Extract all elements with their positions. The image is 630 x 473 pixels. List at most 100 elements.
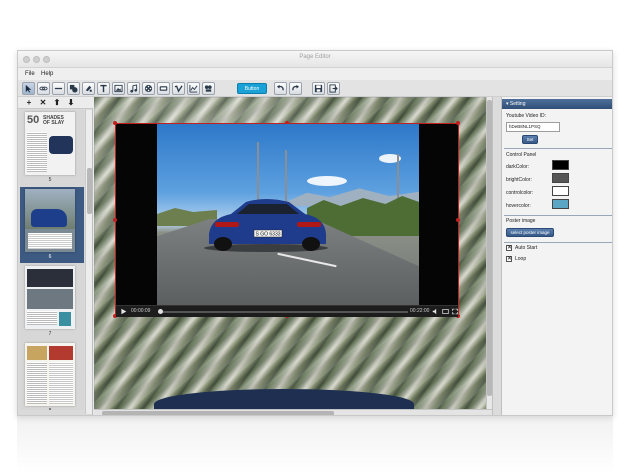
pages-scrollbar[interactable] xyxy=(85,110,92,414)
editor-window: Page Editor File Help Button + ✕ ⬆ ⬇ 50 … xyxy=(17,50,613,416)
auto-start-label: Auto Start xyxy=(515,245,538,251)
audio-icon xyxy=(130,84,138,93)
pages-panel: + ✕ ⬆ ⬇ 50 SHADES OF SLAY 5 6 7 xyxy=(18,97,93,415)
audio-tool-button[interactable] xyxy=(127,82,140,95)
page-thumbnails: 50 SHADES OF SLAY 5 6 7 xyxy=(20,110,84,410)
page7-image-mid xyxy=(27,289,73,309)
pages-scrollbar-thumb[interactable] xyxy=(87,168,92,214)
toolbar: Button xyxy=(18,80,612,97)
current-time: 00:00:09 xyxy=(131,308,151,314)
resize-handle-left[interactable] xyxy=(113,218,117,222)
video-player[interactable]: S GO 6333 00:00:09 00:22:00 xyxy=(113,121,460,318)
video-tool-button[interactable] xyxy=(142,82,155,95)
vimeo-tool-button[interactable] xyxy=(172,82,185,95)
undo-button[interactable] xyxy=(274,82,287,95)
resize-handle-top-right[interactable] xyxy=(456,121,460,125)
page-thumbnail-6[interactable] xyxy=(25,189,75,252)
cover-headline-line-2: OF SLAY xyxy=(43,120,65,126)
page6-text xyxy=(28,233,72,249)
control-panel-label: Control Panel xyxy=(506,152,537,158)
image-tool-button[interactable] xyxy=(112,82,125,95)
chart-icon xyxy=(189,84,198,93)
text-tool-button[interactable] xyxy=(97,82,110,95)
button-tool[interactable]: Button xyxy=(237,83,267,94)
save-button[interactable] xyxy=(312,82,325,95)
settings-header[interactable]: ▾ Setting xyxy=(502,99,612,109)
control-color-swatch[interactable] xyxy=(552,186,569,196)
settings-panel: ▾ Setting Youtube Video ID: hDeB8NL1PSQ … xyxy=(501,97,612,415)
redo-button[interactable] xyxy=(289,82,302,95)
loop-checkbox[interactable]: ✕ xyxy=(506,256,512,262)
move-page-up-button[interactable]: ⬆ xyxy=(52,98,62,108)
dark-color-swatch[interactable] xyxy=(552,160,569,170)
caption-icon[interactable] xyxy=(442,308,449,315)
menu-help[interactable]: Help xyxy=(41,71,53,77)
redo-icon xyxy=(292,84,300,91)
license-plate-text: S GO 6333 xyxy=(255,232,280,238)
exit-button[interactable] xyxy=(327,82,340,95)
select-icon xyxy=(25,84,32,93)
resize-handle-right[interactable] xyxy=(456,218,460,222)
select-tool-button[interactable] xyxy=(22,82,35,95)
youtube-id-input[interactable]: hDeB8NL1PSQ xyxy=(506,122,560,132)
canvas-horizontal-scrollbar[interactable] xyxy=(94,409,492,415)
chart-tool-button[interactable] xyxy=(187,82,200,95)
video-icon xyxy=(144,84,153,93)
window-title: Page Editor xyxy=(299,54,331,60)
dark-color-label: darkColor: xyxy=(506,164,530,170)
video-frame: S GO 6333 xyxy=(157,124,419,305)
seek-bar[interactable] xyxy=(158,311,408,313)
page8-text xyxy=(27,362,47,404)
shape-tool-button[interactable] xyxy=(67,82,80,95)
text-icon xyxy=(100,84,107,93)
exit-icon xyxy=(329,84,338,93)
page-thumbnail-5[interactable]: 50 SHADES OF SLAY xyxy=(25,112,75,175)
auto-start-checkbox[interactable]: ✕ xyxy=(506,245,512,251)
page-canvas[interactable]: S GO 6333 00:00:09 00:22:00 xyxy=(94,97,492,415)
page6-car xyxy=(31,209,67,227)
youtube-icon xyxy=(159,86,168,91)
fullscreen-icon[interactable] xyxy=(452,308,458,315)
shape-icon xyxy=(69,84,78,93)
page-number-5: 5 xyxy=(48,177,52,183)
seek-handle[interactable] xyxy=(158,309,163,314)
cover-number: 50 xyxy=(27,114,40,126)
line-tool-button[interactable] xyxy=(52,82,65,95)
divider xyxy=(504,242,612,243)
hover-color-swatch[interactable] xyxy=(552,199,569,209)
page-number-8: 8 xyxy=(20,408,80,410)
panel-splitter[interactable] xyxy=(492,97,501,415)
volume-icon[interactable] xyxy=(432,308,439,315)
add-page-button[interactable]: + xyxy=(24,98,34,108)
slideshow-tool-button[interactable] xyxy=(202,82,215,95)
page-thumbnail-8[interactable] xyxy=(25,343,75,406)
page8-image-2 xyxy=(49,346,73,360)
bright-color-label: brightColor: xyxy=(506,177,532,183)
page-number-7: 7 xyxy=(48,331,52,337)
page-thumbnail-7[interactable] xyxy=(25,266,75,329)
divider xyxy=(504,215,612,216)
page7-text xyxy=(27,311,57,325)
youtube-id-label: Youtube Video ID: xyxy=(506,113,547,119)
set-youtube-button[interactable]: Set xyxy=(522,135,538,144)
video-cloud xyxy=(307,176,347,186)
poster-image-label: Poster image xyxy=(506,218,536,224)
control-color-label: controlcolor: xyxy=(506,190,534,196)
total-time: 00:22:00 xyxy=(410,308,430,314)
line-icon xyxy=(54,87,63,90)
divider xyxy=(504,148,612,149)
cover-car-image xyxy=(49,136,73,154)
select-poster-image-button[interactable]: select poster image xyxy=(506,228,554,237)
color-tool-button[interactable] xyxy=(82,82,95,95)
link-tool-button[interactable] xyxy=(37,82,50,95)
menu-bar: File Help xyxy=(18,68,612,80)
play-icon[interactable] xyxy=(120,308,127,315)
loop-label: Loop xyxy=(515,256,527,262)
bright-color-swatch[interactable] xyxy=(552,173,569,183)
move-page-down-button[interactable]: ⬇ xyxy=(66,98,76,108)
youtube-tool-button[interactable] xyxy=(157,82,170,95)
resize-handle-top-left[interactable] xyxy=(113,121,117,125)
delete-page-button[interactable]: ✕ xyxy=(38,98,48,108)
vimeo-icon xyxy=(174,85,183,93)
menu-file[interactable]: File xyxy=(25,71,35,77)
